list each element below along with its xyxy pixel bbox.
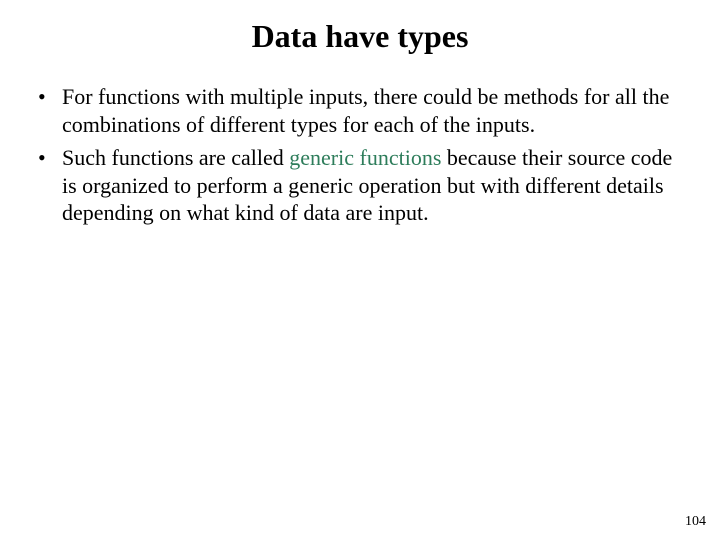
slide-title: Data have types <box>0 0 720 65</box>
bullet-accent: generic functions <box>289 145 441 170</box>
slide-body: For functions with multiple inputs, ther… <box>0 65 720 227</box>
bullet-text: For functions with multiple inputs, ther… <box>62 84 669 137</box>
list-item: For functions with multiple inputs, ther… <box>34 83 686 138</box>
list-item: Such functions are called generic functi… <box>34 144 686 227</box>
page-number: 104 <box>685 514 706 530</box>
slide: Data have types For functions with multi… <box>0 0 720 540</box>
bullet-text: Such functions are called <box>62 145 289 170</box>
bullet-list: For functions with multiple inputs, ther… <box>34 83 686 227</box>
